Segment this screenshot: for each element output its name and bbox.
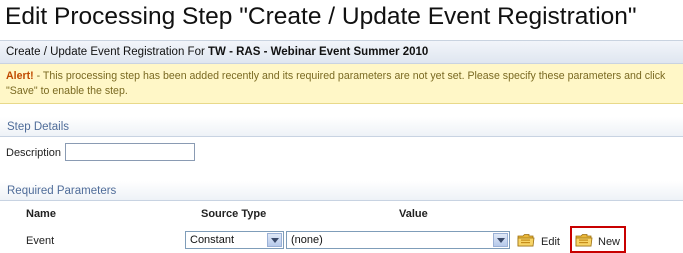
- required-parameters-title: Required Parameters: [7, 185, 117, 197]
- alert-banner: Alert! - This processing step has been a…: [0, 64, 683, 104]
- context-bar: Create / Update Event Registration For T…: [0, 40, 683, 64]
- value-select-value: (none): [291, 234, 323, 246]
- parameter-name-event: Event: [26, 235, 55, 247]
- context-org: TW: [208, 46, 226, 58]
- column-header-source-type: Source Type: [201, 208, 267, 220]
- context-sep-1: -: [225, 46, 237, 58]
- chevron-down-icon[interactable]: [493, 233, 508, 247]
- value-select[interactable]: (none): [286, 231, 510, 249]
- alert-text: Alert! - This processing step has been a…: [6, 69, 678, 99]
- chevron-down-icon[interactable]: [267, 233, 282, 247]
- source-type-value: Constant: [190, 234, 235, 246]
- step-details-header: Step Details: [0, 117, 683, 137]
- alert-label: Alert!: [6, 70, 34, 82]
- description-label: Description: [6, 147, 62, 159]
- required-parameters-header: Required Parameters: [0, 181, 683, 201]
- step-details-title: Step Details: [7, 121, 70, 133]
- source-type-select[interactable]: Constant: [185, 231, 284, 249]
- folder-edit-icon[interactable]: [517, 232, 535, 248]
- column-header-value: Value: [399, 208, 428, 220]
- context-sep-2: -: [260, 46, 271, 58]
- edit-button[interactable]: Edit: [541, 236, 560, 248]
- page-title: Edit Processing Step "Create / Update Ev…: [5, 3, 637, 30]
- context-event-name: Webinar Event Summer 2010: [270, 46, 429, 58]
- context-text: Create / Update Event Registration For T…: [6, 46, 428, 58]
- context-program: RAS: [236, 46, 261, 58]
- new-button-highlight: [570, 226, 626, 253]
- description-input[interactable]: [65, 143, 195, 161]
- alert-message: - This processing step has been added re…: [6, 70, 666, 97]
- context-prefix: Create / Update Event Registration For: [6, 46, 208, 58]
- column-header-name: Name: [26, 208, 56, 220]
